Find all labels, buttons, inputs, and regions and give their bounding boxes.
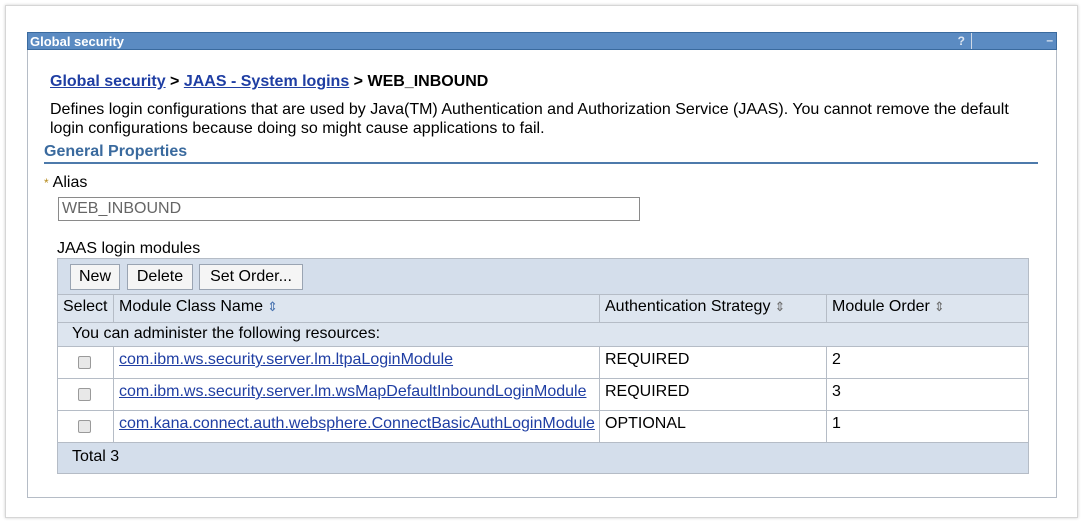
alias-label-text: Alias [52,174,88,191]
administer-message: You can administer the following resourc… [58,323,1028,347]
module-class-link[interactable]: com.ibm.ws.security.server.lm.ltpaLoginM… [119,351,453,368]
strategy-cell: REQUIRED [600,379,827,411]
jaas-modules-label: JAAS login modules [57,240,201,257]
column-header-label: Module Order [832,298,930,315]
login-modules-table: New Delete Set Order... Select Module Cl… [57,258,1029,474]
alias-input[interactable] [58,197,640,221]
page-description: Defines login configurations that are us… [50,101,1009,137]
table-toolbar: New Delete Set Order... [58,259,1028,295]
column-header-select: Select [58,295,114,323]
sort-icon[interactable]: ⇕ [267,299,278,314]
total-count: Total 3 [58,443,1028,473]
table-row [58,379,114,411]
required-icon: * [44,176,49,190]
section-title: General Properties [44,143,1038,164]
breadcrumb-separator: > [353,73,364,90]
row-checkbox[interactable] [78,420,91,433]
module-class-cell: com.ibm.ws.security.server.lm.ltpaLoginM… [114,347,600,379]
breadcrumb-link-jaas-system-logins[interactable]: JAAS - System logins [184,73,349,90]
module-class-link[interactable]: com.kana.connect.auth.websphere.ConnectB… [119,415,595,432]
breadcrumb-link-global-security[interactable]: Global security [50,73,166,90]
help-icon[interactable]: ? [928,33,972,49]
row-checkbox[interactable] [78,356,91,369]
order-cell: 3 [827,379,1028,411]
order-cell: 2 [827,347,1028,379]
column-header-module-order[interactable]: Module Order ⇕ [827,295,1028,323]
strategy-cell: OPTIONAL [600,411,827,443]
order-cell: 1 [827,411,1028,443]
column-header-label: Authentication Strategy [605,298,771,315]
delete-button[interactable]: Delete [127,264,193,290]
table-row [58,347,114,379]
row-checkbox[interactable] [78,388,91,401]
sort-icon[interactable]: ⇕ [774,299,785,314]
table-row [58,411,114,443]
module-class-cell: com.kana.connect.auth.websphere.ConnectB… [114,411,600,443]
column-header-module-class-name[interactable]: Module Class Name ⇕ [114,295,600,323]
sort-icon[interactable]: ⇕ [934,299,945,314]
breadcrumb-separator: > [170,73,180,90]
module-class-link[interactable]: com.ibm.ws.security.server.lm.wsMapDefau… [119,383,586,400]
set-order-button[interactable]: Set Order... [199,264,303,290]
window-title: Global security [30,34,124,49]
column-header-label: Module Class Name [119,298,264,315]
new-button[interactable]: New [70,264,120,290]
module-class-cell: com.ibm.ws.security.server.lm.wsMapDefau… [114,379,600,411]
alias-label: * Alias [44,174,87,192]
title-bar: Global security ? – [27,32,1057,50]
column-header-authentication-strategy[interactable]: Authentication Strategy ⇕ [600,295,827,323]
breadcrumb: Global security > JAAS - System logins >… [50,73,488,91]
minimize-icon[interactable]: – [974,33,1056,49]
breadcrumb-current: WEB_INBOUND [367,73,489,90]
strategy-cell: REQUIRED [600,347,827,379]
